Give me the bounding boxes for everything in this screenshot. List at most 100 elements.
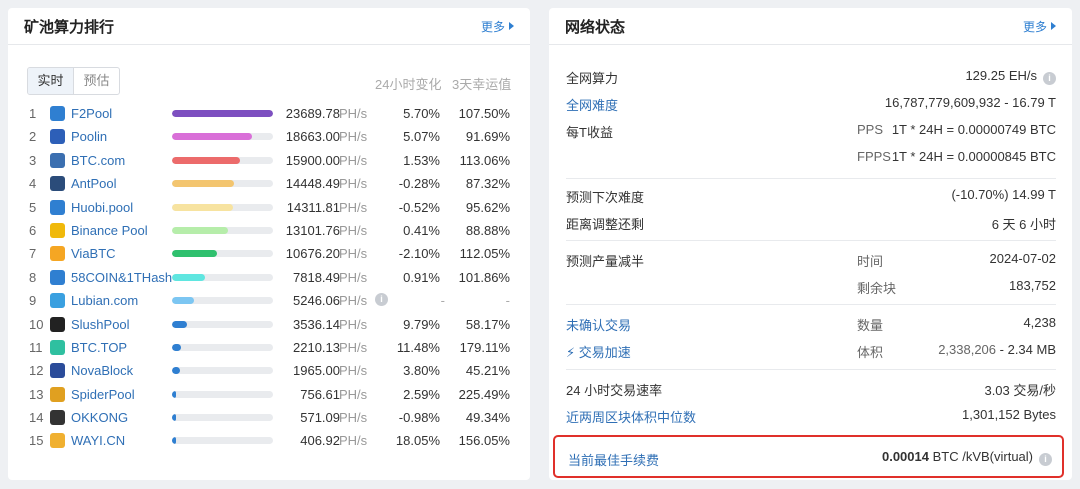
hashrate-bar bbox=[172, 367, 273, 375]
pool-row[interactable]: 9 Lubian.com 5246.06 PH/s i - - bbox=[8, 289, 530, 312]
pool-logo-icon bbox=[50, 293, 65, 309]
unconfirmed-count-row: 未确认交易 数量 4,238 bbox=[566, 309, 1056, 336]
pool-name-link[interactable]: Binance Pool bbox=[71, 223, 148, 238]
pool-name-link[interactable]: AntPool bbox=[71, 176, 117, 191]
hashrate-bar-fill bbox=[172, 437, 177, 445]
pool-hashrate-unit: PH/s bbox=[339, 222, 368, 238]
size-value: 2,338,206 - 2.34 MB bbox=[938, 342, 1056, 357]
pool-ranking-more-link[interactable]: 更多 bbox=[481, 18, 514, 35]
pool-row[interactable]: 15 WAYI.CN 406.92 PH/s 18.05% 156.05% bbox=[8, 429, 530, 452]
pool-rank: 4 bbox=[29, 176, 37, 192]
pool-name-link[interactable]: OKKONG bbox=[71, 410, 128, 425]
pool-row[interactable]: 3 BTC.com 15900.00 PH/s 1.53% 113.06% bbox=[8, 149, 530, 172]
hashrate-bar-fill bbox=[172, 156, 240, 164]
pool-row[interactable]: 12 NovaBlock 1965.00 PH/s 3.80% 45.21% bbox=[8, 359, 530, 382]
pool-row[interactable]: 2 Poolin 18663.00 PH/s 5.07% 91.69% bbox=[8, 125, 530, 148]
hashrate-bar bbox=[172, 297, 273, 305]
pool-list: 1 F2Pool 23689.78 PH/s 5.70% 107.50% 2 Poolin 18… bbox=[8, 102, 530, 453]
pps-label: PPS bbox=[857, 122, 884, 137]
pool-rank: 14 bbox=[29, 410, 44, 426]
info-icon[interactable]: i bbox=[375, 293, 388, 307]
pool-name-link[interactable]: Lubian.com bbox=[71, 293, 138, 308]
hashrate-bar bbox=[172, 437, 273, 445]
column-header-luck: 3天幸运值 bbox=[452, 77, 512, 92]
pool-ranking-card: 矿池算力排行 更多 实时 预估 24小时变化 3天幸运值 1 F2Pool 2368… bbox=[8, 8, 530, 480]
pool-hashrate: 10676.20 bbox=[285, 246, 340, 262]
pool-logo-icon bbox=[50, 269, 65, 285]
lightning-icon: ⚡ bbox=[566, 345, 576, 360]
best-fee-link[interactable]: 当前最佳手续费 bbox=[568, 450, 659, 469]
pool-name-link[interactable]: BTC.TOP bbox=[71, 340, 127, 355]
best-fee-value: 0.00014 BTC /kVB(virtual) i bbox=[882, 449, 1052, 466]
pool-name-link[interactable]: NovaBlock bbox=[71, 363, 133, 378]
pool-change: 0.91% bbox=[403, 269, 440, 285]
pool-row[interactable]: 8 58COIN&1THash 7818.49 PH/s 0.91% 101.86% bbox=[8, 266, 530, 289]
pool-rank: 8 bbox=[29, 269, 37, 285]
pool-row[interactable]: 6 Binance Pool 13101.76 PH/s 0.41% 88.88% bbox=[8, 219, 530, 242]
pool-ranking-tabs: 实时 预估 bbox=[27, 67, 120, 95]
pool-logo-icon bbox=[50, 199, 65, 215]
pool-hashrate: 14448.49 bbox=[285, 176, 340, 192]
tab-estimate[interactable]: 预估 bbox=[74, 68, 119, 94]
pool-name-link[interactable]: Huobi.pool bbox=[71, 200, 133, 215]
pool-name-link[interactable]: SlushPool bbox=[71, 317, 130, 332]
pool-name-link[interactable]: BTC.com bbox=[71, 153, 125, 168]
pool-row[interactable]: 10 SlushPool 3536.14 PH/s 9.79% 58.17% bbox=[8, 313, 530, 336]
pool-luck: 179.11% bbox=[459, 339, 510, 355]
pool-row[interactable]: 7 ViaBTC 10676.20 PH/s -2.10% 112.05% bbox=[8, 242, 530, 265]
hashrate-bar-fill bbox=[172, 390, 177, 398]
difficulty-link[interactable]: 全网难度 bbox=[566, 95, 618, 114]
fpps-label: FPPS bbox=[857, 149, 891, 164]
hashrate-bar bbox=[172, 203, 273, 211]
pool-luck: 107.50% bbox=[458, 106, 510, 121]
pool-change: 5.07% bbox=[403, 129, 440, 145]
next-difficulty-value: (-10.70%) 14.99 T bbox=[951, 187, 1056, 202]
pool-change: -2.10% bbox=[398, 246, 440, 262]
pool-logo-icon bbox=[50, 176, 65, 192]
pool-hashrate: 3536.14 bbox=[293, 316, 340, 332]
tab-realtime[interactable]: 实时 bbox=[28, 68, 74, 94]
chevron-right-icon bbox=[1051, 22, 1056, 30]
pool-logo-icon bbox=[50, 222, 65, 238]
hashrate-bar-fill bbox=[172, 297, 195, 305]
info-icon[interactable]: i bbox=[1039, 453, 1052, 466]
unconfirmed-link[interactable]: 未确认交易 bbox=[566, 315, 631, 334]
pool-rank: 7 bbox=[29, 246, 37, 262]
pool-name-link[interactable]: WAYI.CN bbox=[71, 433, 125, 448]
hashrate-bar bbox=[172, 156, 273, 164]
pool-hashrate-unit: PH/s bbox=[339, 269, 368, 285]
pool-name-link[interactable]: 58COIN&1THash bbox=[71, 270, 172, 285]
network-status-more-link[interactable]: 更多 bbox=[1023, 18, 1056, 35]
accelerate-link[interactable]: ⚡ 交易加速 bbox=[566, 342, 631, 361]
tx-rate-section: 24 小时交易速率 3.03 交易/秒 近两周区块体积中位数 1,301,152… bbox=[566, 374, 1056, 428]
hashrate-bar bbox=[172, 414, 273, 422]
column-header-change: 24小时变化 bbox=[375, 77, 442, 92]
unconfirmed-size-row: ⚡ 交易加速 体积 2,338,206 - 2.34 MB bbox=[566, 336, 1056, 363]
median-size-link[interactable]: 近两周区块体积中位数 bbox=[566, 407, 696, 426]
pool-hashrate: 23689.78 bbox=[285, 106, 340, 121]
pool-logo-icon bbox=[50, 129, 65, 145]
info-icon[interactable]: i bbox=[1043, 72, 1056, 85]
network-status-card: 网络状态 更多 全网算力 129.25 EH/s i 全网难度 16,787,77… bbox=[549, 8, 1072, 480]
pool-logo-icon bbox=[50, 410, 65, 426]
pool-row[interactable]: 14 OKKONG 571.09 PH/s -0.98% 49.34% bbox=[8, 406, 530, 429]
pool-change: 3.80% bbox=[403, 363, 440, 379]
halving-time-row: 预测产量减半 时间 2024-07-02 bbox=[566, 245, 1056, 272]
pool-logo-icon bbox=[50, 152, 65, 168]
count-value: 4,238 bbox=[1023, 315, 1056, 330]
pool-hashrate-unit: PH/s bbox=[339, 363, 368, 379]
pool-name-link[interactable]: Poolin bbox=[71, 129, 107, 144]
pool-luck: 91.69% bbox=[465, 129, 510, 145]
pool-row[interactable]: 1 F2Pool 23689.78 PH/s 5.70% 107.50% bbox=[8, 102, 530, 125]
pool-hashrate-unit: PH/s bbox=[339, 316, 368, 332]
pool-change: -0.28% bbox=[398, 176, 440, 192]
pool-hashrate-unit: PH/s bbox=[339, 293, 368, 309]
pool-name-link[interactable]: SpiderPool bbox=[71, 387, 135, 402]
pool-hashrate-unit: PH/s bbox=[339, 246, 368, 262]
pool-row[interactable]: 5 Huobi.pool 14311.81 PH/s -0.52% 95.62% bbox=[8, 196, 530, 219]
pool-row[interactable]: 4 AntPool 14448.49 PH/s -0.28% 87.32% bbox=[8, 172, 530, 195]
pool-name-link[interactable]: ViaBTC bbox=[71, 246, 116, 261]
pool-row[interactable]: 13 SpiderPool 756.61 PH/s 2.59% 225.49% bbox=[8, 383, 530, 406]
pool-row[interactable]: 11 BTC.TOP 2210.13 PH/s 11.48% 179.11% bbox=[8, 336, 530, 359]
pool-name-link[interactable]: F2Pool bbox=[71, 106, 112, 121]
